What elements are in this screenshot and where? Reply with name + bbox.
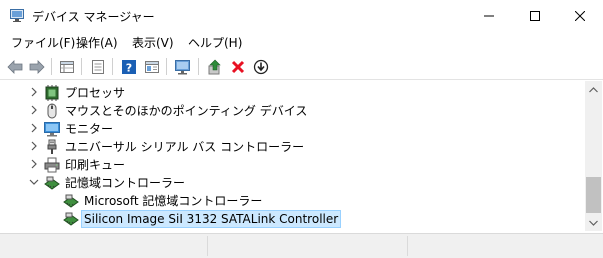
help-icon: ?	[122, 60, 136, 75]
scroll-down-button[interactable]	[585, 214, 602, 231]
tree-item-label: ユニバーサル シリアル バス コントローラー	[65, 140, 305, 154]
update-driver-button[interactable]	[205, 57, 225, 77]
uninstall-x-icon	[231, 60, 245, 74]
tree-item-label: 印刷キュー	[65, 158, 126, 172]
tree-item-label: Silicon Image SiI 3132 SATALink Controll…	[81, 210, 342, 228]
window-title: デバイス マネージャー	[32, 10, 155, 24]
back-button[interactable]	[5, 57, 25, 77]
chevron-right-icon[interactable]	[29, 105, 39, 115]
chevron-down-icon[interactable]	[29, 177, 39, 187]
tree-item-mouse[interactable]: マウスとそのほかのポインティング デバイス	[3, 102, 583, 120]
menu-view[interactable]: 表示(V)	[131, 34, 175, 51]
tree-item-print-queues[interactable]: 印刷キュー	[3, 156, 583, 174]
scroll-up-button[interactable]	[585, 81, 602, 98]
properties-grid-icon	[60, 61, 74, 73]
forward-arrow-icon	[29, 60, 45, 74]
tree-item-usb-controllers[interactable]: ユニバーサル シリアル バス コントローラー	[3, 138, 583, 156]
document-button[interactable]	[88, 57, 108, 77]
chevron-right-icon[interactable]	[29, 141, 39, 151]
tree-item-microsoft-storage-controller[interactable]: Microsoft 記憶域コントローラー	[3, 192, 583, 210]
menu-help[interactable]: ヘルプ(H)	[187, 34, 243, 51]
tree-item-processor[interactable]: プロセッサ	[3, 84, 583, 102]
chevron-down-icon	[589, 220, 598, 226]
tree-item-monitor[interactable]: モニター	[3, 120, 583, 138]
tree-item-label: Microsoft 記憶域コントローラー	[84, 194, 263, 208]
tree-item-label: マウスとそのほかのポインティング デバイス	[65, 104, 308, 118]
close-button[interactable]	[557, 0, 603, 32]
minimize-button[interactable]	[466, 0, 512, 32]
mouse-icon	[47, 103, 57, 119]
tree-item-label: モニター	[65, 122, 114, 136]
update-driver-icon	[208, 59, 221, 75]
processor-icon	[45, 85, 59, 101]
properties-button[interactable]	[57, 57, 77, 77]
status-bar	[0, 233, 603, 258]
back-arrow-icon	[7, 60, 23, 74]
svg-text:?: ?	[126, 62, 132, 75]
toolbar-separator	[81, 58, 82, 75]
toolbar-separator	[198, 58, 199, 75]
storage-controller-icon	[44, 176, 60, 190]
scroll-thumb[interactable]	[586, 177, 601, 213]
menu-file[interactable]: ファイル(F)	[10, 34, 76, 51]
view-pane-button[interactable]	[142, 57, 162, 77]
uninstall-device-button[interactable]	[228, 57, 248, 77]
device-tree[interactable]: プロセッサ マウスとそのほかのポインティング デバイス モニター ユニバーサル …	[3, 81, 583, 231]
menu-bar: ファイル(F) 操作(A) 表示(V) ヘルプ(H)	[0, 32, 603, 52]
scan-hardware-button[interactable]	[173, 57, 193, 77]
maximize-button[interactable]	[512, 0, 558, 32]
status-pane	[408, 236, 603, 256]
title-bar: デバイス マネージャー	[0, 0, 603, 32]
view-pane-icon	[145, 61, 159, 73]
forward-button[interactable]	[27, 57, 47, 77]
tree-item-storage-controllers[interactable]: 記憶域コントローラー	[3, 174, 583, 192]
device-manager-icon	[10, 9, 24, 22]
toolbar-separator	[112, 58, 113, 75]
toolbar-separator	[166, 58, 167, 75]
tree-item-silicon-image-controller[interactable]: Silicon Image SiI 3132 SATALink Controll…	[3, 210, 583, 228]
maximize-icon	[530, 11, 540, 21]
chevron-right-icon[interactable]	[29, 123, 39, 133]
menu-action[interactable]: 操作(A)	[75, 34, 119, 51]
toolbar: ?	[0, 53, 603, 80]
monitor-scan-icon	[175, 60, 190, 75]
toolbar-separator	[51, 58, 52, 75]
disable-device-icon	[253, 59, 269, 75]
chevron-up-icon	[589, 86, 598, 92]
disable-device-button[interactable]	[251, 57, 271, 77]
chevron-right-icon[interactable]	[29, 159, 39, 169]
document-list-icon	[92, 60, 104, 74]
status-pane	[208, 236, 408, 256]
usb-icon	[47, 139, 57, 154]
storage-controller-icon	[63, 212, 79, 226]
vertical-scrollbar[interactable]	[585, 81, 602, 231]
chevron-right-icon[interactable]	[29, 87, 39, 97]
close-icon	[575, 11, 585, 21]
minimize-icon	[484, 15, 494, 17]
printer-icon	[44, 157, 60, 173]
storage-controller-icon	[63, 194, 79, 208]
status-pane	[0, 236, 208, 256]
help-button[interactable]: ?	[119, 57, 139, 77]
monitor-icon	[44, 122, 60, 137]
tree-item-label: プロセッサ	[65, 86, 126, 100]
tree-item-label: 記憶域コントローラー	[65, 176, 186, 190]
